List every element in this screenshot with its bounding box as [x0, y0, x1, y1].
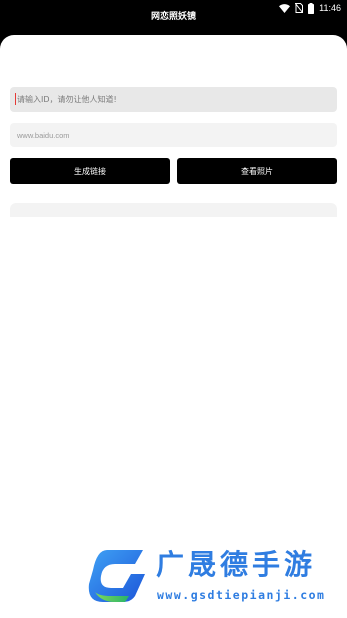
- url-input[interactable]: [10, 123, 337, 147]
- view-photos-button[interactable]: 查看照片: [177, 158, 337, 184]
- result-panel: [10, 203, 337, 217]
- watermark-url: www.gsdtiepianji.com: [157, 588, 326, 602]
- watermark: 广晟德手游 www.gsdtiepianji.com: [85, 544, 347, 606]
- text-caret: [15, 93, 16, 105]
- generate-link-button[interactable]: 生成链接: [10, 158, 170, 184]
- page-title: 网恋照妖镜: [150, 12, 196, 22]
- app-screen: 11:46 网恋照妖镜 生成链接 查看照片 广晟德手游: [0, 0, 347, 618]
- watermark-logo-icon: [88, 550, 145, 602]
- id-input[interactable]: [10, 87, 337, 112]
- watermark-brand: 广晟德手游: [156, 548, 317, 581]
